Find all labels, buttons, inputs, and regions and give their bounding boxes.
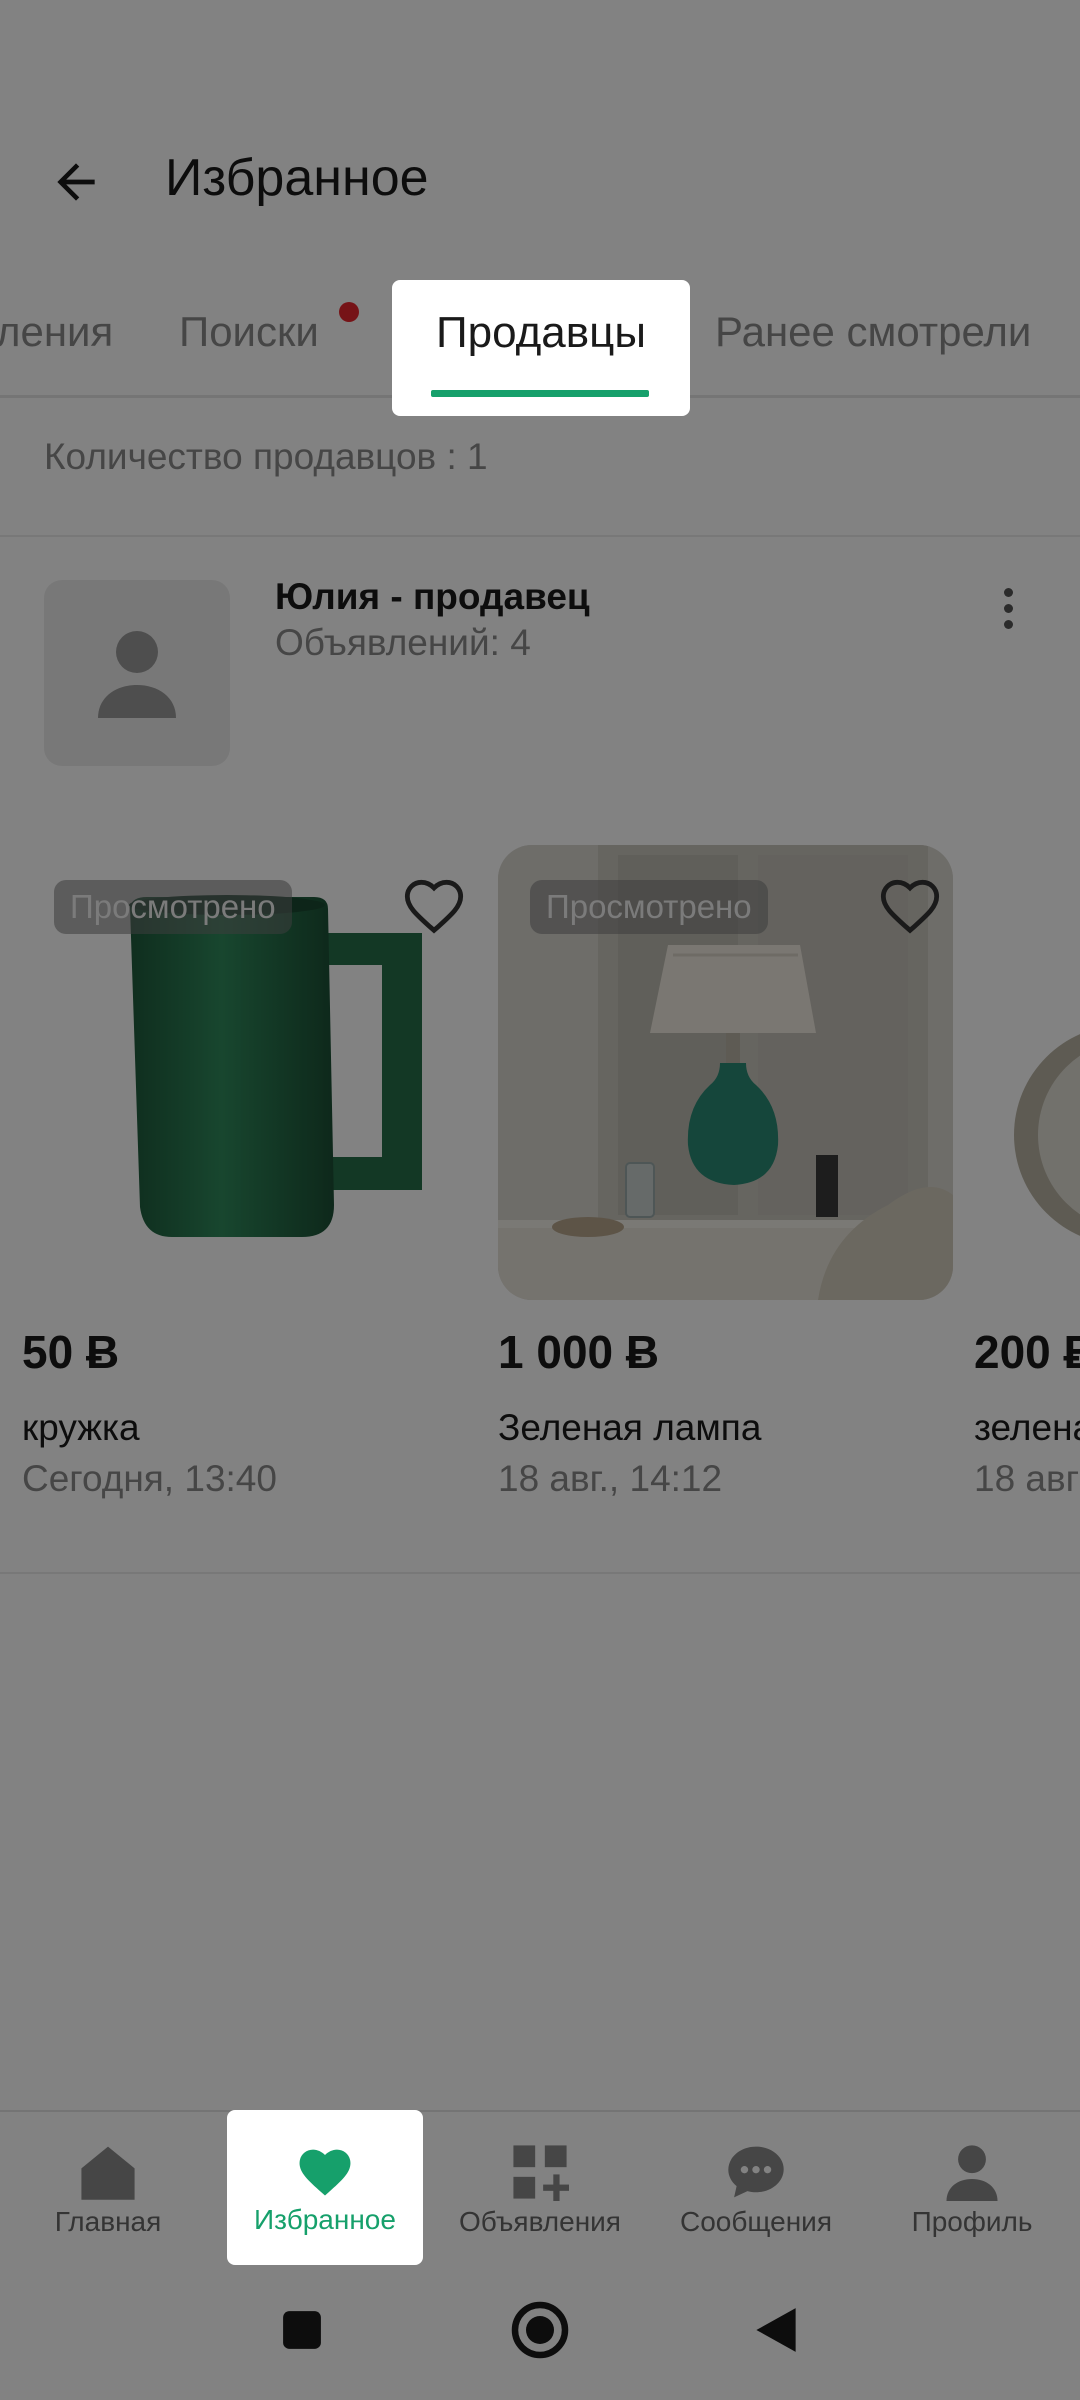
favorite-button[interactable] bbox=[402, 875, 466, 935]
nav-profile[interactable]: Профиль bbox=[864, 2112, 1080, 2262]
triangle-back-icon bbox=[756, 2308, 796, 2352]
tab-sellers-label: Продавцы bbox=[436, 308, 646, 357]
home-button[interactable] bbox=[508, 2298, 572, 2362]
item-date: 18 авг bbox=[974, 1458, 1080, 1499]
home-icon bbox=[81, 2146, 135, 2200]
active-tab-indicator bbox=[431, 390, 649, 397]
page-title: Избранное bbox=[165, 149, 429, 207]
square-icon bbox=[283, 2311, 321, 2349]
viewed-badge: Просмотрено bbox=[54, 880, 292, 934]
nav-label: Избранное bbox=[254, 2204, 396, 2235]
nav-label: Объявления bbox=[459, 2206, 621, 2237]
item-date: 18 авг., 14:12 bbox=[498, 1458, 723, 1499]
item-price: 1 000 Ƀ bbox=[498, 1326, 660, 1378]
system-navigation-bar bbox=[0, 2260, 1080, 2400]
item-name: кружка bbox=[22, 1407, 140, 1448]
app-header: Избранное bbox=[0, 110, 1080, 250]
heart-icon bbox=[299, 2149, 351, 2196]
item-card[interactable]: 200 Ƀ зелена 18 авг bbox=[974, 845, 1080, 1525]
divider bbox=[0, 1572, 1080, 1574]
item-price: 50 Ƀ bbox=[22, 1326, 120, 1378]
nav-my-ads[interactable]: Объявления bbox=[432, 2112, 648, 2262]
tab-sellers[interactable]: Продавцы bbox=[392, 280, 690, 416]
item-name: Зеленая лампа bbox=[498, 1407, 762, 1448]
chat-icon bbox=[728, 2146, 784, 2198]
tab-recently-viewed[interactable]: Ранее смотрели bbox=[715, 308, 1031, 356]
tab-ads[interactable]: ления bbox=[0, 308, 113, 356]
nav-label: Сообщения bbox=[680, 2206, 832, 2237]
circle-icon bbox=[511, 2301, 569, 2359]
nav-messages[interactable]: Сообщения bbox=[648, 2112, 864, 2262]
heart-outline-icon bbox=[404, 879, 464, 934]
notification-dot bbox=[339, 302, 359, 322]
round-object-illustration bbox=[1014, 1034, 1080, 1236]
nav-label: Профиль bbox=[911, 2206, 1033, 2237]
person-icon bbox=[98, 631, 176, 718]
nav-favorites[interactable]: Избранное bbox=[227, 2110, 423, 2265]
recents-button[interactable] bbox=[270, 2298, 334, 2362]
seller-name[interactable]: Юлия - продавец bbox=[275, 576, 590, 618]
more-options-button[interactable] bbox=[980, 580, 1036, 636]
seller-ads-count: Объявлений: 4 bbox=[275, 622, 531, 663]
item-price: 200 Ƀ bbox=[974, 1326, 1080, 1378]
back-button[interactable] bbox=[40, 146, 112, 218]
item-name: зелена bbox=[974, 1407, 1080, 1448]
sellers-count: Количество продавцов : 1 bbox=[44, 436, 488, 477]
viewed-badge: Просмотрено bbox=[530, 880, 768, 934]
item-date: Сегодня, 13:40 bbox=[22, 1458, 277, 1499]
nav-label: Главная bbox=[54, 2206, 162, 2237]
item-image-lamp[interactable]: Просмотрено bbox=[498, 845, 953, 1300]
favorite-button[interactable] bbox=[878, 875, 942, 935]
bottom-navigation: Главная Объявления Сообщения Профиль bbox=[0, 2110, 1080, 2260]
seller-avatar[interactable] bbox=[44, 580, 230, 766]
more-dot bbox=[1003, 603, 1013, 613]
tab-searches[interactable]: Поиски bbox=[179, 308, 319, 356]
arrow-left-icon bbox=[57, 163, 95, 201]
item-image-mug[interactable]: Просмотрено bbox=[22, 845, 477, 1300]
person-icon bbox=[946, 2145, 998, 2201]
nav-home[interactable]: Главная bbox=[0, 2112, 216, 2262]
more-dot bbox=[1003, 619, 1013, 629]
more-dot bbox=[1003, 587, 1013, 597]
divider bbox=[0, 535, 1080, 537]
heart-outline-icon bbox=[880, 879, 940, 934]
grid-plus-icon bbox=[513, 2145, 569, 2201]
item-image-partial[interactable] bbox=[974, 845, 1080, 1300]
back-nav-button[interactable] bbox=[744, 2298, 808, 2362]
